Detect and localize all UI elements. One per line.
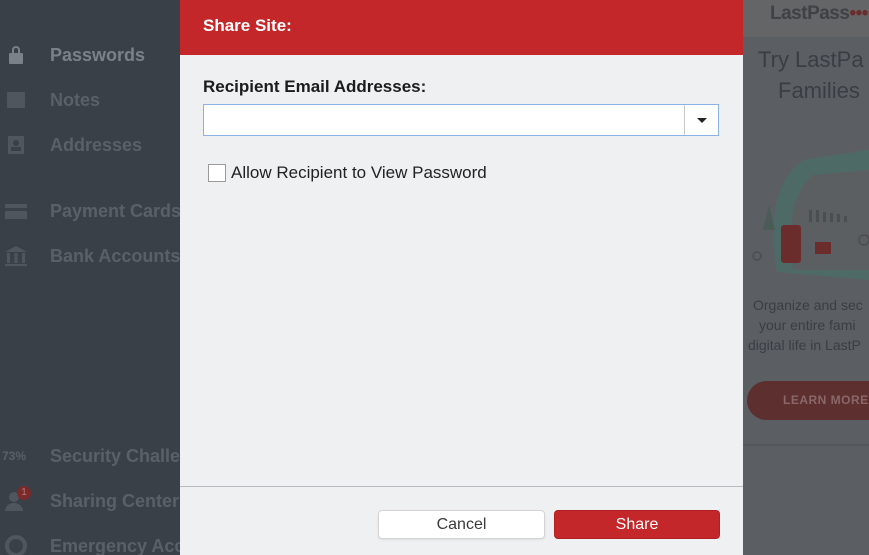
dialog-title: Share Site:: [203, 16, 292, 35]
recipient-email-input[interactable]: [204, 105, 684, 135]
allow-view-password-label[interactable]: Allow Recipient to View Password: [231, 163, 487, 183]
bank-icon: [4, 244, 28, 268]
credit-card-icon: [4, 199, 28, 223]
sidebar-item-label: Emergency Acc: [50, 535, 185, 555]
sidebar-item-label: Sharing Center: [50, 490, 180, 511]
promo-text-line2: your entire fami: [759, 317, 856, 333]
chevron-down-icon: [696, 117, 707, 123]
divider: [743, 444, 869, 446]
security-score: 73%: [2, 449, 27, 463]
sidebar-item-label: Security Challe: [50, 445, 181, 466]
lastpass-logo: LastPass•••|: [770, 3, 869, 24]
sidebar-item-sharing-center[interactable]: 1 Sharing Center: [0, 481, 180, 521]
promo-text-line1: Organize and sec: [753, 297, 863, 313]
sidebar-item-label: Addresses: [50, 134, 143, 155]
sidebar-item-label: Payment Cards: [50, 200, 182, 221]
families-illustration-icon: [752, 150, 869, 280]
recipient-label: Recipient Email Addresses:: [203, 77, 427, 96]
sidebar-item-label: Passwords: [50, 44, 146, 65]
promo-title: Try LastPa: [758, 47, 864, 72]
allow-view-password-option[interactable]: Allow Recipient to View Password: [208, 163, 487, 183]
cancel-button[interactable]: Cancel: [378, 510, 545, 539]
sidebar-item-payment-cards[interactable]: Payment Cards: [0, 191, 182, 231]
sidebar-item-emergency-access[interactable]: Emergency Acc: [0, 526, 184, 555]
sidebar-item-passwords[interactable]: Passwords: [0, 35, 180, 75]
promo-text-line3: digital life in LastP: [748, 337, 861, 353]
sidebar-item-label: Bank Accounts: [50, 245, 181, 266]
share-site-dialog: Share Site: Recipient Email Addresses: A…: [180, 0, 743, 555]
promo-panel: LastPass•••| Try LastPa Families Organiz…: [743, 0, 869, 555]
recipient-email-combobox[interactable]: [203, 104, 719, 136]
sidebar-item-label: Notes: [50, 89, 101, 110]
note-icon: [4, 88, 28, 112]
lifebuoy-icon: [4, 534, 28, 555]
sidebar-item-bank-accounts[interactable]: Bank Accounts: [0, 236, 180, 276]
address-card-icon: [4, 133, 28, 157]
recipient-dropdown-button[interactable]: [684, 105, 718, 135]
dialog-header: Share Site:: [180, 0, 743, 55]
sidebar-item-notes[interactable]: Notes: [0, 80, 180, 120]
sidebar: Passwords Notes Addresses Payment Cards …: [0, 0, 184, 555]
share-button[interactable]: Share: [554, 510, 720, 539]
lock-icon: [4, 43, 28, 67]
footer-divider: [180, 486, 743, 487]
sidebar-item-addresses[interactable]: Addresses: [0, 125, 180, 165]
learn-more-button[interactable]: LEARN MORE: [747, 381, 869, 420]
allow-view-password-checkbox[interactable]: [208, 164, 226, 182]
promo-title-line2: Families: [778, 78, 860, 103]
sidebar-item-security-challenge[interactable]: 73% Security Challe: [0, 436, 180, 476]
notification-badge: 1: [17, 486, 31, 500]
promo-header: LastPass•••|: [743, 0, 869, 37]
